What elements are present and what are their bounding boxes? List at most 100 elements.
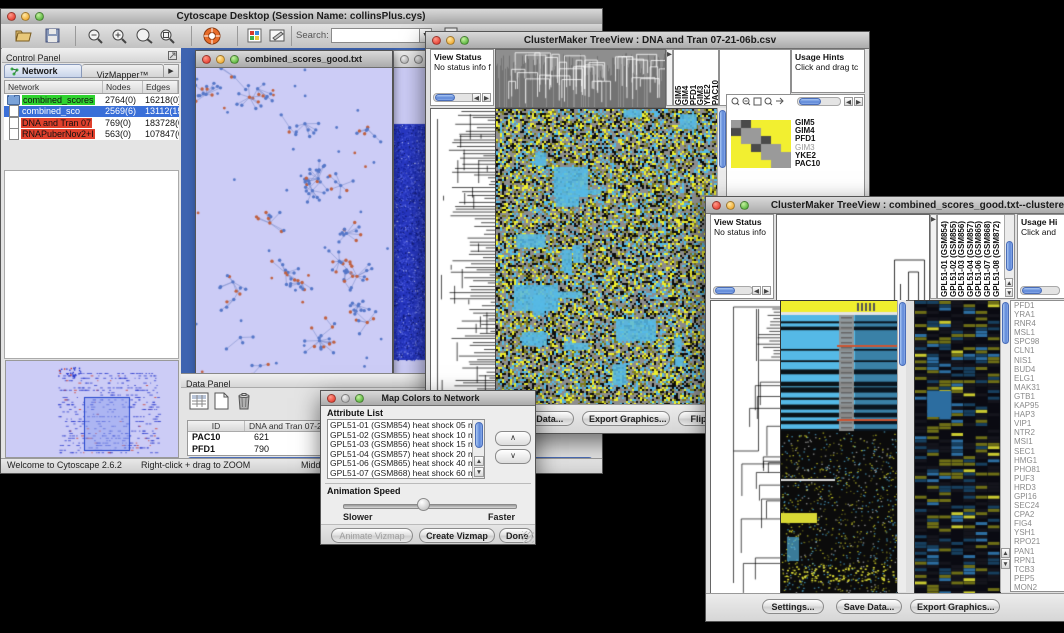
scroll-down-icon[interactable]: ▼ xyxy=(1005,288,1013,297)
network-view-a-canvas[interactable] xyxy=(196,68,390,381)
tv2-gene-label[interactable]: RPN1 xyxy=(1014,556,1064,565)
tv2-gene-label[interactable]: GPI16 xyxy=(1014,492,1064,501)
tv2-gene-label[interactable]: HAP3 xyxy=(1014,410,1064,419)
tv2-gene-label[interactable]: KAP95 xyxy=(1014,401,1064,410)
flip-small-icon[interactable] xyxy=(775,97,784,106)
tv2-gene-label[interactable]: RNR4 xyxy=(1014,319,1064,328)
tv2-heatmap-vscrollbar[interactable] xyxy=(897,300,906,592)
tv2-column-labels-vscroll[interactable] xyxy=(1004,215,1014,280)
tv2-gene-label[interactable]: YRA1 xyxy=(1014,310,1064,319)
scroll-up-icon[interactable]: ▲ xyxy=(474,456,484,466)
tv2-gene-label[interactable]: PUF3 xyxy=(1014,474,1064,483)
tv2-settings-button[interactable]: Settings... xyxy=(762,599,824,614)
network-row[interactable]: RNAPuberNov2+I 563(0) 107847(0) xyxy=(4,129,179,141)
zoom-out-small-icon[interactable] xyxy=(731,97,740,106)
close-button[interactable] xyxy=(432,36,441,45)
zoom-button[interactable] xyxy=(740,201,749,210)
col-network[interactable]: Network xyxy=(5,81,103,93)
close-button[interactable] xyxy=(327,394,336,403)
annotation-icon[interactable] xyxy=(269,28,286,43)
tv2-gene-label[interactable]: MON2 xyxy=(1014,583,1064,592)
treeview2-titlebar[interactable]: ClusterMaker TreeView : combined_scores_… xyxy=(706,197,1064,214)
tv2-gene-label[interactable]: CLN1 xyxy=(1014,346,1064,355)
tv1-gene-label[interactable]: PAC10 xyxy=(795,160,820,168)
tv2-gene-label[interactable]: GTB1 xyxy=(1014,392,1064,401)
scroll-left-icon[interactable]: ◀ xyxy=(844,97,853,106)
tv1-heatmap-canvas[interactable] xyxy=(495,108,718,406)
table-icon[interactable] xyxy=(189,392,209,410)
data-col-id[interactable]: ID xyxy=(188,421,245,431)
main-titlebar[interactable]: Cytoscape Desktop (Session Name: collins… xyxy=(1,9,602,25)
float-panel-icon[interactable] xyxy=(168,51,177,60)
minimize-button[interactable] xyxy=(414,55,423,64)
animation-slider-track[interactable] xyxy=(343,504,517,509)
close-button[interactable] xyxy=(712,201,721,210)
zoom-in-small-icon[interactable] xyxy=(742,97,751,106)
scroll-left-icon[interactable]: ◀ xyxy=(752,286,761,295)
tv2-status-scrollbar[interactable] xyxy=(713,286,753,295)
tv2-gene-label[interactable]: YSH1 xyxy=(1014,528,1064,537)
tv2-export-graphics-button[interactable]: Export Graphics... xyxy=(910,599,1000,614)
scroll-right-icon[interactable]: ▶ xyxy=(482,93,491,102)
zoom-fit-icon[interactable] xyxy=(135,28,154,45)
zoom-selected-icon[interactable] xyxy=(159,28,176,45)
tv2-gene-label[interactable]: NTR2 xyxy=(1014,428,1064,437)
tv2-heatmap-canvas[interactable] xyxy=(780,300,898,594)
tv2-gene-label[interactable]: CPA2 xyxy=(1014,510,1064,519)
help-lifesaver-icon[interactable] xyxy=(203,27,221,45)
scroll-right-icon[interactable]: ▶ xyxy=(854,97,863,106)
minimize-button[interactable] xyxy=(21,12,30,21)
tv2-gene-label[interactable]: MSL1 xyxy=(1014,328,1064,337)
tv2-gene-label[interactable]: ELG1 xyxy=(1014,374,1064,383)
tv1-export-graphics-button[interactable]: Export Graphics... xyxy=(582,411,670,426)
treeview1-titlebar[interactable]: ClusterMaker TreeView : DNA and Tran 07-… xyxy=(426,32,869,49)
animation-slider-thumb[interactable] xyxy=(417,498,430,511)
new-document-icon[interactable] xyxy=(214,392,230,410)
zoom-out-icon[interactable] xyxy=(87,28,104,45)
tv2-gene-label[interactable]: RPO21 xyxy=(1014,537,1064,546)
tab-network[interactable]: Network xyxy=(4,64,82,78)
tv2-gene-label[interactable]: MAK31 xyxy=(1014,383,1064,392)
scroll-left-icon[interactable]: ◀ xyxy=(472,93,481,102)
expand-right-icon[interactable]: ▶ xyxy=(667,50,672,59)
move-down-button[interactable]: ∨ xyxy=(495,449,531,464)
tv2-column-dendrogram-canvas[interactable] xyxy=(776,214,930,301)
zoom-home-small-icon[interactable] xyxy=(753,97,762,106)
zoom-button[interactable] xyxy=(355,394,364,403)
close-button[interactable] xyxy=(400,55,409,64)
map-dialog-titlebar[interactable]: Map Colors to Network xyxy=(321,391,535,406)
tv2-gene-label[interactable]: NIS1 xyxy=(1014,356,1064,365)
network-row[interactable]: combined_sco 2569(6) 13112(15) xyxy=(4,106,179,118)
zoom-button[interactable] xyxy=(460,36,469,45)
tv2-gene-label[interactable]: MSI1 xyxy=(1014,437,1064,446)
tv2-gene-label[interactable]: TCB3 xyxy=(1014,565,1064,574)
tv2-gene-label[interactable]: SEC24 xyxy=(1014,501,1064,510)
tv1-column-dendrogram-canvas[interactable] xyxy=(495,49,666,108)
close-button[interactable] xyxy=(7,12,16,21)
col-nodes[interactable]: Nodes xyxy=(103,81,143,93)
minimize-button[interactable] xyxy=(446,36,455,45)
trash-icon[interactable] xyxy=(236,391,252,410)
expand-right-icon[interactable]: ▶ xyxy=(931,215,936,224)
minimize-button[interactable] xyxy=(726,201,735,210)
zoom-button[interactable] xyxy=(230,55,239,64)
tv2-gene-label[interactable]: HRD3 xyxy=(1014,483,1064,492)
animate-vizmap-button[interactable]: Animate Vizmap xyxy=(331,528,413,543)
tv2-row-dendrogram-canvas[interactable] xyxy=(710,300,782,594)
open-file-icon[interactable] xyxy=(15,28,33,43)
attribute-list-vscroll[interactable]: ▲ ▼ xyxy=(472,420,484,478)
zoom-button[interactable] xyxy=(35,12,44,21)
tv2-gene-label[interactable]: SPC98 xyxy=(1014,337,1064,346)
col-edges[interactable]: Edges xyxy=(143,81,178,93)
tv2-gene-label[interactable]: FIG4 xyxy=(1014,519,1064,528)
tv2-gene-label[interactable]: HMG1 xyxy=(1014,456,1064,465)
tv1-zoom-matrix-canvas[interactable] xyxy=(731,120,791,168)
resize-grip[interactable] xyxy=(522,531,534,543)
attribute-item[interactable]: GPL51-07 (GSM868) heat shock 60 min xyxy=(328,469,471,479)
tv2-save-data-button[interactable]: Save Data... xyxy=(836,599,902,614)
tv1-zoom-hscrollbar[interactable] xyxy=(797,97,841,106)
tv2-usage-scrollbar[interactable] xyxy=(1020,286,1060,295)
tv2-gene-label[interactable]: PAN1 xyxy=(1014,547,1064,556)
scroll-right-icon[interactable]: ▶ xyxy=(762,286,771,295)
tv2-zoom-heatmap-canvas[interactable] xyxy=(914,300,1001,594)
